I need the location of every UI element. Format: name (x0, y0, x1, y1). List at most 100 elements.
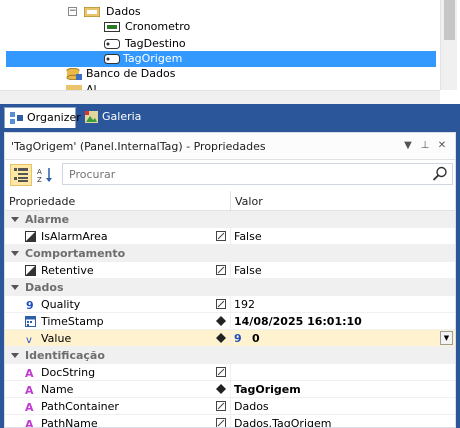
property-name: Name (41, 383, 74, 396)
property-value[interactable]: TagOrigem (234, 381, 301, 398)
property-name: IsAlarmArea (41, 230, 108, 243)
svg-text:A: A (37, 168, 42, 176)
tree-item-label: Al... (86, 83, 108, 90)
tab-galeria[interactable]: Galeria (80, 107, 142, 128)
tree-item-tagdestino[interactable]: TagDestino (104, 36, 188, 52)
editable-flag-icon (216, 418, 226, 427)
collapse-triangle-icon[interactable] (11, 353, 19, 358)
svg-text:A: A (25, 418, 34, 427)
category-alarme[interactable]: Alarme (5, 211, 455, 228)
alphabetical-view-button[interactable]: A Z (34, 164, 56, 186)
property-grid-header: Propriedade Valor (5, 191, 455, 211)
string-property-icon: A (25, 384, 34, 395)
column-header-property: Propriedade (9, 195, 76, 208)
tree-item-banco-de-dados[interactable]: Banco de Dados (66, 66, 177, 82)
tab-organizer[interactable]: Organizer (4, 107, 81, 128)
property-name: PathName (41, 417, 98, 427)
tree-item-alarmes[interactable]: Al... (66, 82, 109, 90)
dropdown-arrow-icon[interactable]: ▼ (401, 139, 415, 153)
categorized-view-button[interactable] (10, 164, 32, 186)
category-comportamento[interactable]: Comportamento (5, 245, 455, 262)
property-row-isalarmarea[interactable]: IsAlarmArea False (5, 228, 455, 245)
property-name: Retentive (41, 264, 94, 277)
tree-item-label: Dados (106, 5, 141, 18)
editable-flag-icon (216, 401, 226, 411)
properties-window: 'TagOrigem' (Panel.InternalTag) - Propri… (4, 132, 456, 428)
category-identificacao[interactable]: Identificação (5, 347, 455, 364)
tree-item-dados[interactable]: − Dados (68, 4, 143, 20)
property-name: Value (41, 332, 72, 345)
horizontal-scrollbar[interactable] (0, 90, 440, 104)
organizer-icon (10, 112, 23, 124)
editable-flag-icon (216, 231, 226, 241)
search-box[interactable] (62, 163, 453, 185)
tree-item-label: Banco de Dados (86, 67, 176, 80)
collapse-icon[interactable]: − (68, 7, 77, 16)
svg-text:A: A (25, 401, 34, 412)
category-label: Comportamento (25, 247, 126, 260)
column-divider[interactable] (230, 191, 231, 211)
property-name: Quality (41, 298, 81, 311)
close-icon[interactable]: ✕ (435, 139, 449, 153)
tab-label: Organizer (27, 111, 81, 124)
scrollbar-thumb[interactable] (444, 0, 455, 40)
linked-flag-icon (216, 384, 226, 394)
property-value[interactable]: 14/08/2025 16:01:10 (234, 313, 362, 330)
svg-text:9: 9 (26, 299, 34, 310)
collapse-triangle-icon[interactable] (11, 217, 19, 222)
value-dropdown-button[interactable]: ▼ (440, 331, 453, 345)
database-icon (66, 68, 82, 80)
property-row-docstring[interactable]: A DocString (5, 364, 455, 381)
property-value[interactable]: False (234, 262, 262, 279)
tree-item-cronometro[interactable]: Cronometro (104, 19, 192, 35)
string-property-icon: A (25, 401, 34, 412)
tree-item-label: TagDestino (125, 37, 186, 50)
numeric-property-icon: 9 (26, 299, 34, 310)
editable-flag-icon (216, 265, 226, 275)
property-value[interactable]: 192 (234, 296, 255, 313)
timer-tag-icon (104, 22, 120, 32)
boolean-property-icon (25, 231, 36, 242)
pin-icon[interactable]: ⊥ (418, 139, 432, 153)
search-input[interactable] (63, 164, 423, 184)
svg-text:v: v (26, 335, 32, 344)
panel-tab-strip: Organizer Galeria (0, 104, 460, 128)
properties-title-bar: 'TagOrigem' (Panel.InternalTag) - Propri… (5, 133, 455, 160)
tree-item-tagorigem[interactable]: TagOrigem (6, 51, 436, 67)
property-row-pathcontainer[interactable]: A PathContainer Dados (5, 398, 455, 415)
search-icon[interactable] (432, 166, 448, 182)
property-value[interactable]: Dados (234, 398, 269, 415)
svg-text:A: A (25, 367, 34, 378)
property-row-pathname[interactable]: A PathName Dados.TagOrigem (5, 415, 455, 427)
calendar-icon (25, 316, 36, 327)
property-row-quality[interactable]: 9 Quality 192 (5, 296, 455, 313)
collapse-triangle-icon[interactable] (11, 285, 19, 290)
tab-label: Galeria (102, 110, 142, 123)
editable-flag-icon (216, 367, 226, 377)
property-value[interactable]: 0 (252, 330, 260, 347)
category-dados[interactable]: Dados (5, 279, 455, 296)
linked-flag-icon (216, 316, 226, 326)
category-label: Alarme (25, 213, 70, 226)
properties-toolbar: A Z (5, 161, 455, 189)
string-property-icon: A (25, 418, 34, 427)
variant-property-icon: v (26, 335, 32, 344)
property-grid: Alarme IsAlarmArea False Comportamento R… (5, 211, 455, 427)
svg-text:A: A (25, 384, 34, 395)
linked-flag-icon (216, 333, 226, 343)
string-property-icon: A (25, 367, 34, 378)
folder-db-icon (84, 7, 100, 17)
tree-item-label: Cronometro (125, 20, 191, 33)
project-tree: − Dados Cronometro TagDestino TagOrigem (0, 0, 460, 104)
property-value[interactable]: Dados.TagOrigem (234, 415, 331, 427)
property-row-retentive[interactable]: Retentive False (5, 262, 455, 279)
vertical-scrollbar[interactable] (440, 0, 457, 90)
property-row-timestamp[interactable]: TimeStamp 14/08/2025 16:01:10 (5, 313, 455, 330)
property-name: PathContainer (41, 400, 119, 413)
category-label: Identificação (25, 349, 105, 362)
property-row-name[interactable]: A Name TagOrigem (5, 381, 455, 398)
property-name: TimeStamp (41, 315, 104, 328)
property-row-value[interactable]: v Value 9 0 ▼ (5, 330, 455, 347)
property-value[interactable]: False (234, 228, 262, 245)
collapse-triangle-icon[interactable] (11, 251, 19, 256)
